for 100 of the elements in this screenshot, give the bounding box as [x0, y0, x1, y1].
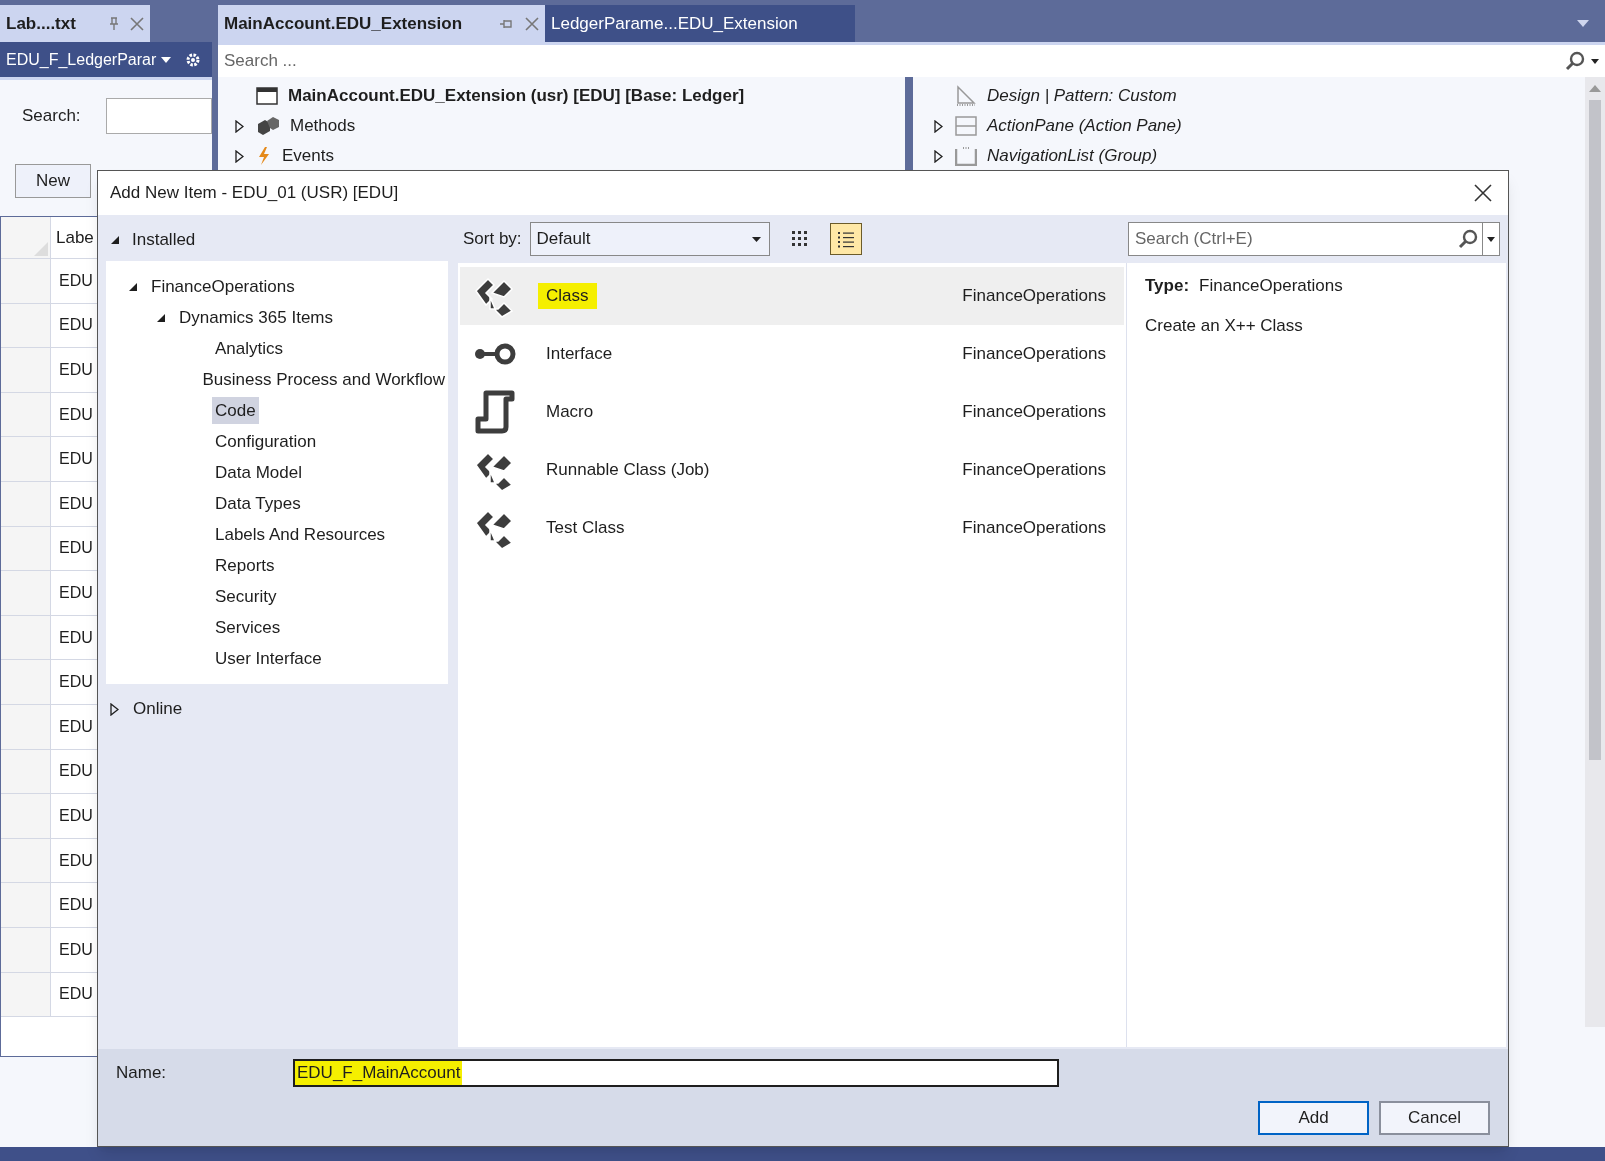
tree-item[interactable]: Data Model — [212, 458, 305, 487]
tree-item[interactable]: Reports — [212, 551, 278, 580]
type-value: FinanceOperations — [1199, 275, 1343, 297]
template-item[interactable]: Runnable Class (Job) FinanceOperations — [460, 441, 1124, 499]
pane-icon — [955, 116, 977, 136]
template-item[interactable]: Interface FinanceOperations — [460, 325, 1124, 383]
search-field[interactable]: Search (Ctrl+E) — [1128, 222, 1500, 256]
tree-item[interactable]: Design | Pattern: Custom — [987, 83, 1177, 109]
search-label: Search: — [22, 105, 81, 128]
table-cell-text: EDU — [59, 404, 93, 425]
item-category: FinanceOperations — [962, 459, 1106, 482]
list-icon — [835, 229, 856, 249]
column-header[interactable]: Labe — [51, 224, 94, 251]
table-cell-text: EDU — [59, 270, 93, 291]
tree-item[interactable]: Labels And Resources — [212, 520, 389, 549]
item-name: Class — [538, 283, 597, 309]
close-icon[interactable] — [1474, 184, 1492, 202]
tree-item[interactable]: Security — [212, 582, 280, 611]
collapsed-arrow-icon[interactable] — [234, 149, 244, 163]
collapsed-arrow-icon[interactable] — [933, 149, 943, 163]
tree-item[interactable]: User Interface — [212, 644, 325, 673]
dialog-title: Add New Item - EDU_01 (USR) [EDU] — [110, 182, 399, 205]
table-cell-text: EDU — [59, 984, 93, 1005]
template-item[interactable]: Test Class FinanceOperations — [460, 499, 1124, 557]
cancel-button[interactable]: Cancel — [1379, 1101, 1490, 1135]
collapsed-arrow-icon[interactable] — [110, 702, 119, 716]
cubes-icon — [256, 116, 280, 136]
pin-icon[interactable] — [499, 17, 513, 30]
tree-item[interactable]: Code — [212, 396, 259, 425]
list-view-button[interactable] — [829, 223, 862, 255]
scrollbar[interactable] — [1585, 77, 1605, 1027]
form-icon — [256, 87, 278, 105]
collapsed-arrow-icon[interactable] — [933, 119, 943, 133]
tree-item[interactable]: Data Types — [212, 489, 304, 518]
template-item[interactable]: Class FinanceOperations — [460, 267, 1124, 325]
table-cell-text: EDU — [59, 805, 93, 826]
search-input[interactable]: Search (Ctrl+E) — [1129, 223, 1458, 255]
item-description: Create an X++ Class — [1145, 314, 1304, 337]
item-category: FinanceOperations — [962, 401, 1106, 424]
tree-item[interactable]: Business Process and Workflow — [199, 365, 448, 394]
table-cell-text: EDU — [59, 360, 93, 380]
tree-item[interactable]: Services — [212, 613, 284, 642]
tree-item[interactable]: MainAccount.EDU_Extension (usr) [EDU] [Base: Ledger] — [288, 83, 745, 109]
item-category: FinanceOperations — [962, 517, 1106, 540]
sort-label: Sort by: — [463, 228, 522, 251]
table-cell-text: EDU — [59, 939, 93, 960]
tree-item[interactable]: Dynamics 365 Items — [176, 303, 336, 332]
scroll-up-icon[interactable] — [1589, 85, 1601, 92]
name-label: Name: — [116, 1062, 168, 1085]
tree-item[interactable]: FinanceOperations — [148, 272, 298, 301]
tree-item[interactable]: ActionPane (Action Pane) — [987, 113, 1182, 139]
table-cell-text: EDU — [59, 716, 93, 737]
tree-header[interactable]: Online — [133, 696, 183, 722]
item-category: FinanceOperations — [962, 285, 1106, 308]
group-icon — [955, 146, 977, 166]
expanded-arrow-icon[interactable] — [156, 312, 166, 323]
table-cell-text: EDU — [59, 761, 93, 782]
type-label: Type: — [1145, 275, 1190, 297]
add-button[interactable]: Add — [1258, 1101, 1369, 1135]
caret-icon[interactable] — [751, 236, 761, 242]
table-cell-text: EDU — [59, 672, 93, 693]
tree-item[interactable]: Configuration — [212, 427, 320, 456]
item-name: Interface — [545, 343, 614, 366]
collapsed-arrow-icon[interactable] — [234, 119, 244, 133]
document-tab[interactable]: Lab....txt — [0, 5, 150, 42]
document-tab[interactable]: MainAccount.EDU_Extension — [218, 5, 545, 42]
pin-icon[interactable] — [108, 16, 120, 31]
name-field[interactable]: EDU_F_MainAccount — [293, 1059, 1059, 1087]
item-name: Macro — [545, 401, 595, 424]
table-cell-text: EDU — [59, 582, 93, 603]
caret-icon[interactable] — [160, 55, 173, 64]
table-cell-text: EDU — [59, 850, 93, 871]
tree-header[interactable]: Installed — [132, 227, 196, 253]
caret-icon[interactable] — [1487, 236, 1495, 242]
table-cell-text: EDU — [59, 538, 93, 559]
lightning-icon — [256, 146, 272, 166]
tree-item[interactable]: Methods — [290, 113, 356, 139]
dropdown-arrow-icon[interactable] — [1577, 19, 1589, 28]
search-field[interactable] — [105, 98, 212, 134]
expanded-arrow-icon[interactable] — [110, 235, 120, 245]
caret-icon[interactable] — [1591, 58, 1599, 64]
expanded-arrow-icon[interactable] — [128, 281, 138, 292]
table-cell-text: EDU — [59, 493, 93, 514]
tree-item[interactable]: NavigationList (Group) — [987, 143, 1158, 169]
search-icon[interactable] — [1458, 229, 1478, 249]
tree-item[interactable]: Analytics — [212, 334, 287, 363]
table-cell-text: EDU — [59, 895, 93, 916]
sort-dropdown[interactable]: Default — [529, 222, 770, 256]
item-category: FinanceOperations — [962, 343, 1106, 366]
template-item[interactable]: Macro FinanceOperations — [460, 383, 1124, 441]
document-tab[interactable]: LedgerParame...EDU_Extension — [545, 5, 855, 42]
table-cell-text: EDU — [59, 627, 93, 648]
table-cell-text: EDU — [59, 315, 93, 336]
item-name: Runnable Class (Job) — [545, 459, 711, 482]
new-button[interactable]: New — [15, 164, 91, 198]
table-cell-text: EDU — [59, 449, 93, 470]
item-name: Test Class — [545, 517, 626, 540]
tree-item[interactable]: Events — [282, 143, 334, 169]
search-icon[interactable] — [1565, 51, 1585, 71]
grid-icon — [789, 229, 810, 249]
